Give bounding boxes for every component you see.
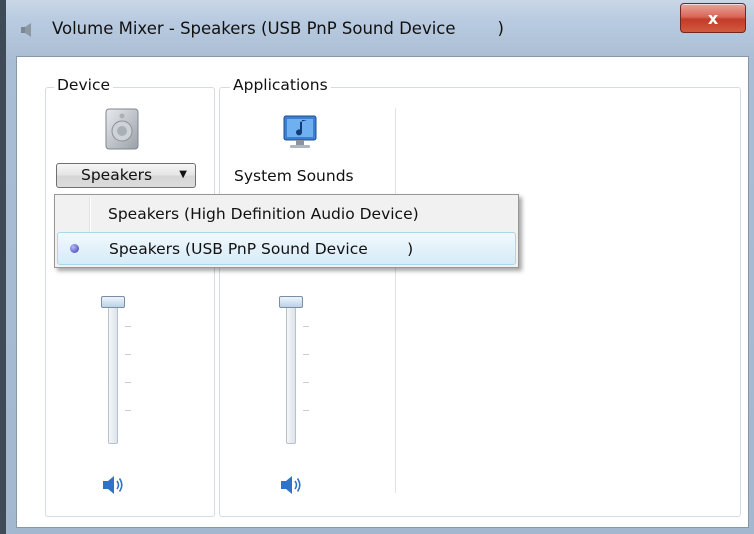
device-group-label: Device [54,76,114,94]
system-sounds-volume-thumb[interactable] [279,296,303,308]
close-icon: x [707,8,719,28]
device-volume-thumb[interactable] [101,296,125,308]
slider-tick [303,354,309,355]
device-dropdown[interactable]: Speakers ▼ [56,163,196,188]
speaker-volume-icon [281,476,301,494]
device-mute-button[interactable] [101,474,125,496]
menu-item-high-definition-audio[interactable]: Speakers (High Definition Audio Device) [57,198,516,231]
menu-item-label: Speakers (High Definition Audio Device) [108,205,419,223]
speaker-volume-icon [103,476,123,494]
slider-tick [125,382,131,383]
device-dropdown-menu: Speakers (High Definition Audio Device) … [54,194,519,268]
slider-tick [303,382,309,383]
app-name-system-sounds: System Sounds [234,167,354,185]
title-bar[interactable]: Volume Mixer - Speakers (USB PnP Sound D… [6,0,754,56]
volume-mixer-window: Volume Mixer - Speakers (USB PnP Sound D… [0,0,754,534]
selected-radio-icon [70,244,79,253]
close-button[interactable]: x [680,3,746,33]
window-title: Volume Mixer - Speakers (USB PnP Sound D… [52,19,504,38]
slider-tick [125,326,131,327]
slider-tick [303,326,309,327]
applications-group-label: Applications [230,76,331,94]
speaker-device-icon [105,108,139,150]
slider-tick [125,410,131,411]
system-sounds-volume-slider[interactable] [286,304,296,444]
applications-group: Applications System Sounds [219,76,741,517]
menu-item-label: Speakers (USB PnP Sound Device ) [109,240,414,258]
slider-tick [303,410,309,411]
slider-tick [125,354,131,355]
system-sounds-icon [283,115,317,148]
chevron-down-icon: ▼ [179,169,187,180]
app-column-divider [395,108,396,493]
device-dropdown-label: Speakers [81,166,153,184]
client-area: Device Speakers ▼ Applications System So… [16,56,749,528]
device-volume-slider[interactable] [108,304,118,444]
speaker-icon [21,23,31,37]
system-sounds-mute-button[interactable] [279,474,303,496]
menu-item-usb-pnp-sound-device[interactable]: Speakers (USB PnP Sound Device ) [57,232,516,265]
